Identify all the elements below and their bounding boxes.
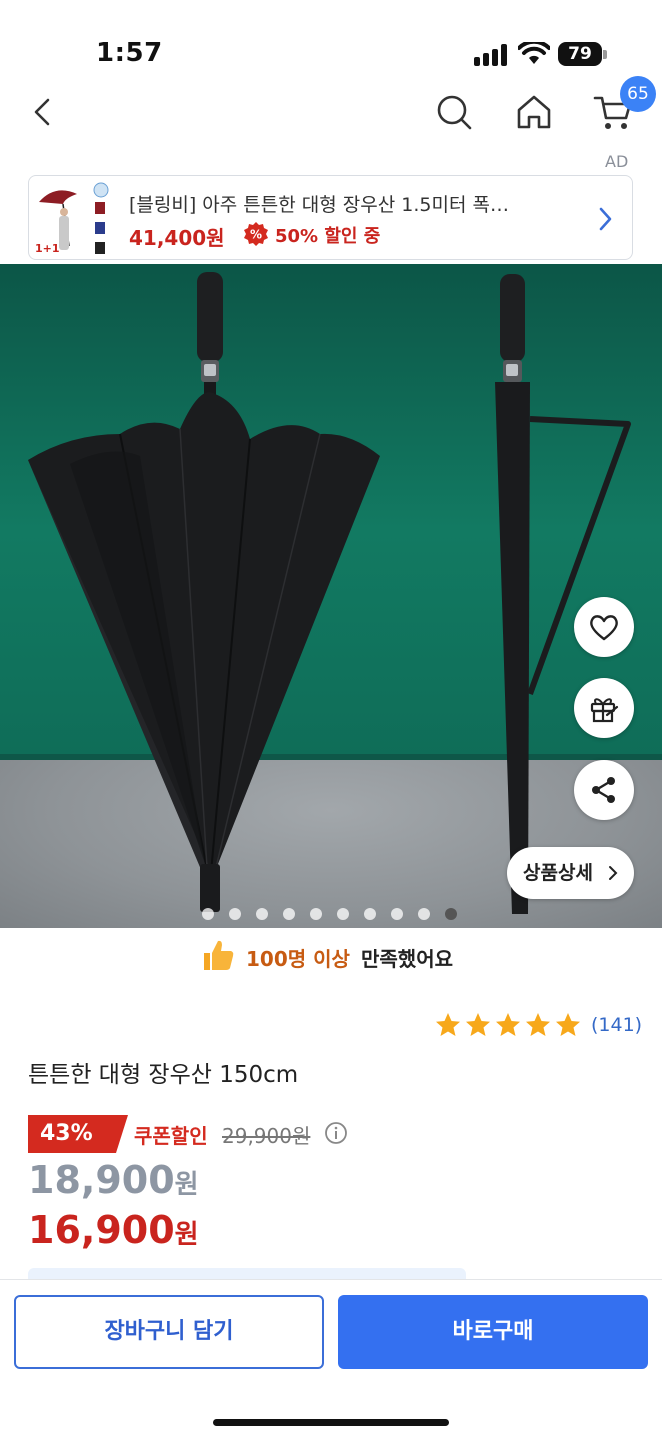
share-button[interactable] — [574, 760, 634, 820]
ad-thumbnail: 1+1 — [33, 180, 117, 256]
pagination-dot[interactable] — [202, 908, 214, 920]
coupon-discount-label: 쿠폰할인 — [134, 1124, 208, 1148]
star-icon — [496, 1013, 520, 1036]
percent-badge-icon: % — [244, 222, 268, 246]
share-icon — [592, 777, 615, 803]
ad-label: AD — [605, 152, 629, 171]
satisfaction-text: 만족했어요 — [361, 947, 453, 971]
coupon-price-amount: 16,900 — [28, 1208, 175, 1252]
rating-stars[interactable] — [434, 1011, 582, 1039]
gallery-pagination[interactable] — [202, 908, 457, 920]
pagination-dot[interactable] — [229, 908, 241, 920]
gift-icon — [590, 698, 619, 723]
original-price: 29,900원 — [222, 1124, 311, 1148]
home-indicator[interactable] — [213, 1419, 449, 1426]
top-navigation — [0, 80, 662, 144]
pagination-dot[interactable] — [283, 908, 295, 920]
satisfaction-count: 100명 이상 — [246, 947, 350, 971]
coupon-price: 16,900원 — [28, 1208, 199, 1252]
sale-price-unit: 원 — [174, 1170, 199, 1200]
ad-discount: 50% 할인 중 — [275, 226, 381, 247]
status-time: 1:57 — [96, 38, 163, 68]
home-icon[interactable] — [512, 90, 556, 134]
pagination-dot[interactable] — [310, 908, 322, 920]
ad-price: 41,400원 — [129, 226, 225, 250]
sale-price-amount: 18,900 — [28, 1158, 175, 1202]
chevron-right-icon — [599, 207, 612, 231]
discount-rate-badge: 43% — [28, 1115, 128, 1153]
star-icon — [436, 1013, 460, 1036]
pagination-dot[interactable] — [445, 908, 457, 920]
pagination-dot[interactable] — [256, 908, 268, 920]
back-arrow-icon[interactable] — [22, 90, 66, 134]
search-icon[interactable] — [432, 90, 476, 134]
product-detail-label: 상품상세 — [523, 862, 593, 884]
pagination-dot[interactable] — [391, 908, 403, 920]
pagination-dot[interactable] — [364, 908, 376, 920]
cart-count-badge: 65 — [620, 76, 656, 112]
star-icon — [526, 1013, 550, 1036]
wifi-icon — [518, 42, 550, 64]
umbrella-illustration — [28, 272, 631, 914]
add-to-cart-button[interactable]: 장바구니 담기 — [14, 1295, 324, 1369]
coupon-price-unit: 원 — [174, 1220, 199, 1250]
cellular-signal-icon — [474, 44, 508, 66]
thumbs-up-icon — [204, 940, 234, 970]
sale-price: 18,900원 — [28, 1158, 199, 1202]
battery-tip — [603, 50, 607, 59]
product-detail-button[interactable]: 상품상세 — [507, 847, 634, 899]
bottom-action-bar: 장바구니 담기 바로구매 — [0, 1279, 662, 1440]
star-icon — [466, 1013, 490, 1036]
heart-icon — [590, 615, 618, 641]
info-icon[interactable] — [324, 1121, 348, 1145]
pagination-dot[interactable] — [337, 908, 349, 920]
product-image-gallery[interactable]: 상품상세 — [0, 264, 662, 928]
chevron-right-icon — [609, 866, 618, 880]
gift-button[interactable] — [574, 678, 634, 738]
svg-text:%: % — [250, 228, 262, 242]
ad-banner[interactable]: 1+1 [블링비] 아주 튼튼한 대형 장우산 1.5미터 폭… 41,400원… — [28, 175, 633, 260]
wishlist-button[interactable] — [574, 597, 634, 657]
ad-title: [블링비] 아주 튼튼한 대형 장우산 1.5미터 폭… — [129, 194, 509, 216]
review-count[interactable]: (141) — [591, 1014, 642, 1036]
ad-thumb-badge: 1+1 — [35, 242, 60, 255]
product-title: 튼튼한 대형 장우산 150cm — [28, 1062, 299, 1088]
pagination-dot[interactable] — [418, 908, 430, 920]
star-icon — [556, 1013, 580, 1036]
battery-indicator: 79 — [558, 42, 602, 66]
satisfaction-banner: 100명 이상 만족했어요 — [0, 937, 662, 977]
buy-now-button[interactable]: 바로구매 — [338, 1295, 648, 1369]
